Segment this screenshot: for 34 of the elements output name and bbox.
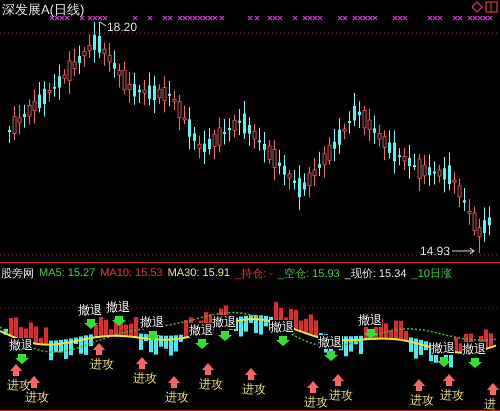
indicator-readout: _持仓: - bbox=[235, 266, 273, 280]
attack-label: 进攻 bbox=[410, 393, 434, 407]
attack-label: 进攻 bbox=[329, 388, 353, 402]
attack-label: 进攻 bbox=[7, 378, 31, 392]
high-price-label: 18.20 bbox=[107, 20, 138, 34]
attack-label: 进攻 bbox=[133, 371, 157, 385]
chart-title: 深发展A(日线) bbox=[2, 1, 84, 19]
retreat-label: 撤退 bbox=[462, 342, 486, 356]
retreat-label: 撤退 bbox=[78, 303, 102, 317]
retreat-label: 撤退 bbox=[9, 338, 33, 352]
retreat-label: 撤退 bbox=[358, 313, 382, 327]
low-price-label: 14.93 bbox=[420, 244, 450, 258]
attack-label: 进攻 bbox=[165, 390, 189, 404]
attack-label: 进攻 bbox=[304, 395, 328, 409]
retreat-label: 撤退 bbox=[140, 315, 164, 329]
indicator-readout: _现价: 15.34 bbox=[344, 266, 406, 280]
attack-label: 进攻 bbox=[90, 357, 114, 371]
attack-label: 进攻 bbox=[242, 382, 266, 396]
retreat-label: 撤退 bbox=[270, 320, 294, 334]
retreat-label: 撤退 bbox=[106, 300, 130, 314]
attack-label: 进攻 bbox=[25, 390, 49, 404]
indicator-readout: MA30: 15.91 bbox=[168, 267, 230, 279]
attack-label: 进攻 bbox=[199, 377, 223, 391]
indicator-readout: MA5: 15.27 bbox=[39, 267, 96, 279]
retreat-label: 撤退 bbox=[318, 335, 342, 349]
indicator-readout: _空仓: 15.93 bbox=[278, 266, 340, 280]
indicator-readout: MA10: 15.53 bbox=[100, 267, 163, 279]
retreat-label: 撤退 bbox=[212, 315, 236, 329]
attack-label: 进攻 bbox=[440, 388, 464, 402]
indicator-name: 股旁网 bbox=[1, 266, 34, 280]
retreat-label: 撤退 bbox=[189, 323, 213, 337]
retreat-label: 撤退 bbox=[431, 341, 455, 355]
indicator-readout: _10日涨 bbox=[411, 266, 452, 280]
attack-label: 进 bbox=[484, 397, 496, 411]
